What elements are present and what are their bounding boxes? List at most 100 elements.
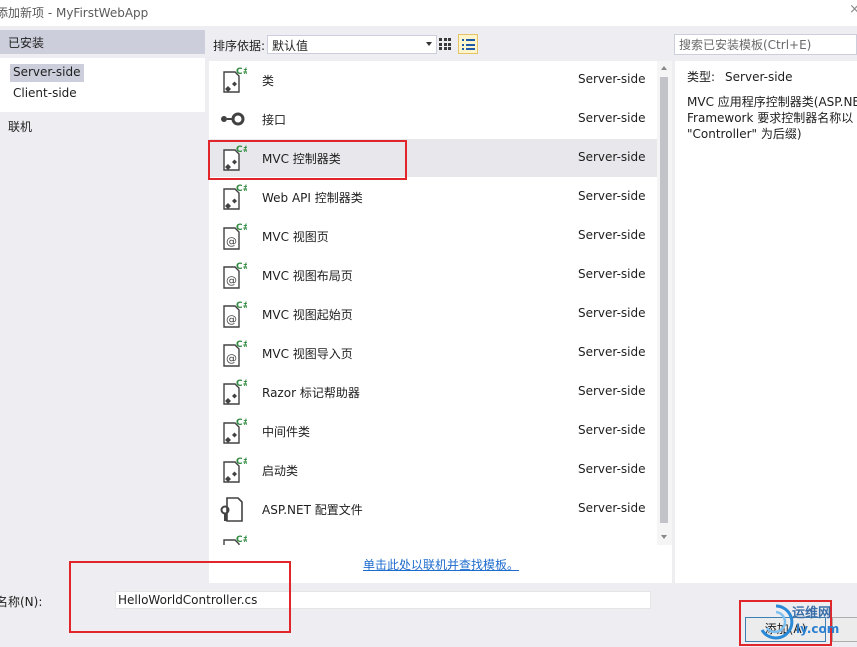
scroll-thumb[interactable] [660,77,668,523]
csharp-class-icon: C# [219,377,250,407]
template-category: Server-side [578,267,646,281]
sort-dropdown[interactable]: 默认值 [267,35,437,54]
name-input[interactable] [116,592,650,608]
template-category: Server-side [578,72,646,86]
chevron-down-icon [426,42,432,46]
template-row[interactable]: C# MVC 控制器类 Server-side [209,139,657,177]
template-category: Server-side [578,150,646,164]
template-list: C# 类 Server-side 接口 Server-side C# MVC 控制器类 Ser… [209,61,657,545]
svg-text:@: @ [226,352,237,365]
template-row[interactable]: ASP.NET 配置文件 Server-side [209,490,657,528]
name-label: 名称(N): [0,595,43,609]
config-file-icon [219,494,247,524]
csharp-class-icon: C# [219,455,250,485]
template-description: MVC 应用程序控制器类(ASP.NE Framework 要求控制器名称以 "… [687,95,857,141]
template-row[interactable]: @ C# MVC 视图起始页 Server-side [209,295,657,333]
template-category: Server-side [578,501,646,515]
template-name: ASP.NET 配置文件 [262,503,363,517]
template-name: MVC 视图页 [262,230,329,244]
template-name: 中间件类 [262,425,311,439]
svg-text:@: @ [226,313,237,326]
template-name: 启动类 [262,464,299,478]
sort-label: 排序依据: [213,39,266,53]
svg-text:@: @ [226,235,237,248]
template-row[interactable]: C# 类 Server-side [209,61,657,99]
template-category: Server-side [578,111,646,125]
scroll-down-icon[interactable] [661,535,667,539]
template-row[interactable]: @ C# MVC 视图布局页 Server-side [209,256,657,294]
add-button[interactable]: 添加(A) [745,617,826,642]
template-name: MVC 视图起始页 [262,308,353,322]
installed-category[interactable]: 已安装 [0,30,205,54]
template-name: Razor 标记帮助器 [262,386,360,400]
template-name: MVC 视图导入页 [262,347,353,361]
tree-item-client-side[interactable]: Client-side [10,85,80,103]
svg-text:C#: C# [236,535,247,545]
sort-value: 默认值 [272,39,309,53]
svg-text:@: @ [226,274,237,287]
scroll-up-icon[interactable] [661,66,667,70]
template-name: MVC 控制器类 [262,152,341,166]
template-category: Server-side [578,423,646,437]
find-templates-online-link[interactable]: 单击此处以联机并查找模板。 [363,556,519,573]
template-row[interactable]: C# Razor 标记帮助器 Server-side [209,373,657,411]
svg-text:C#: C# [236,457,247,467]
csharp-class-icon: C# [219,143,250,173]
template-row-partial[interactable]: C# [209,529,657,545]
csharp-class-icon: C# [219,533,250,545]
svg-text:C#: C# [236,340,247,350]
list-view-button[interactable] [458,34,478,54]
template-row[interactable]: C# 启动类 Server-side [209,451,657,489]
template-name: MVC 视图布局页 [262,269,353,283]
template-row[interactable]: @ C# MVC 视图导入页 Server-side [209,334,657,372]
razor-page-icon: @ C# [219,221,250,251]
template-row[interactable]: C# 中间件类 Server-side [209,412,657,450]
details-pane: 类型: Server-side MVC 应用程序控制器类(ASP.NE Frame… [675,61,857,583]
tree-item-server-side[interactable]: Server-side [10,64,84,82]
template-row[interactable]: C# Web API 控制器类 Server-side [209,178,657,216]
type-label: 类型: [687,70,716,84]
template-name: 类 [262,74,275,88]
online-category[interactable]: 联机 [8,118,32,135]
razor-page-icon: @ C# [219,338,250,368]
template-category: Server-side [578,228,646,242]
category-tree: Server-side Client-side [0,58,205,112]
razor-page-icon: @ C# [219,260,250,290]
title-bar: 添加新项 - MyFirstWebApp × [0,0,857,26]
svg-text:C#: C# [236,379,247,389]
svg-text:C#: C# [236,301,247,311]
template-category: Server-side [578,384,646,398]
template-name: Web API 控制器类 [262,191,363,205]
svg-text:C#: C# [236,67,247,77]
template-list-scrollbar[interactable] [657,61,672,545]
close-icon[interactable]: × [849,2,857,17]
search-input[interactable] [675,35,856,54]
template-row[interactable]: @ C# MVC 视图页 Server-side [209,217,657,255]
sort-toolbar: 排序依据: 默认值 [209,30,669,58]
csharp-class-icon: C# [219,182,250,212]
cancel-button[interactable] [832,617,857,642]
svg-text:C#: C# [236,262,247,272]
online-link-area: 单击此处以联机并查找模板。 [209,545,672,583]
template-category: Server-side [578,306,646,320]
csharp-class-icon: C# [219,65,250,95]
svg-text:C#: C# [236,223,247,233]
interface-icon [219,104,247,134]
template-category: Server-side [578,189,646,203]
search-box[interactable] [674,34,857,55]
template-row[interactable]: 接口 Server-side [209,100,657,138]
razor-page-icon: @ C# [219,299,250,329]
type-value: Server-side [725,70,793,84]
bottom-bar: 名称(N): 添加(A) [0,583,857,647]
grid-view-button[interactable] [435,34,455,54]
template-category: Server-side [578,462,646,476]
name-field[interactable] [115,591,651,609]
csharp-class-icon: C# [219,416,250,446]
installed-label: 已安装 [8,36,45,50]
svg-text:C#: C# [236,184,247,194]
grid-view-icon [439,38,451,50]
svg-text:C#: C# [236,418,247,428]
template-category: Server-side [578,345,646,359]
window-title: 添加新项 - MyFirstWebApp [0,6,149,20]
list-view-icon [462,38,475,51]
